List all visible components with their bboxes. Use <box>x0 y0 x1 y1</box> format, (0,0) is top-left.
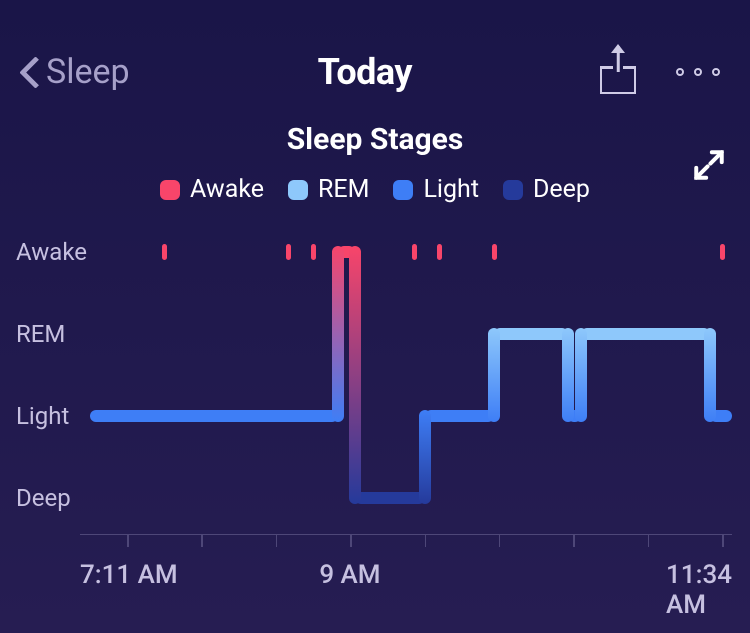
stage-transition <box>332 246 344 422</box>
stage-segment <box>90 410 338 422</box>
x-axis-labels: 7:11 AM 9 AM 11:34 AM <box>80 560 732 600</box>
x-tick <box>425 535 427 547</box>
chart-legend: Awake REM Light Deep <box>0 175 750 204</box>
x-tick <box>127 535 129 547</box>
share-icon[interactable] <box>600 50 636 94</box>
x-axis <box>80 534 732 554</box>
swatch-rem <box>288 180 308 200</box>
awake-event <box>492 244 497 260</box>
xlabel-mid: 9 AM <box>319 560 380 590</box>
x-tick <box>722 535 724 547</box>
awake-event <box>437 244 442 260</box>
chevron-left-icon <box>18 55 40 89</box>
stage-segment <box>494 328 568 340</box>
x-tick <box>276 535 278 547</box>
stage-transition <box>562 328 574 422</box>
page-title: Today <box>318 51 412 93</box>
nav-bar: Sleep Today <box>0 20 750 104</box>
expand-icon[interactable] <box>692 148 726 182</box>
awake-event <box>412 244 417 260</box>
x-tick <box>350 535 352 547</box>
stage-transition <box>419 410 431 504</box>
swatch-awake <box>160 180 180 200</box>
stage-transition <box>349 246 361 504</box>
x-tick <box>201 535 203 547</box>
stage-segment <box>425 410 494 422</box>
xlabel-start: 7:11 AM <box>80 560 178 590</box>
sleep-chart: Awake REM Light Deep <box>0 224 750 534</box>
awake-event <box>286 244 291 260</box>
status-bar <box>0 0 750 20</box>
x-tick <box>499 535 501 547</box>
swatch-light <box>393 180 413 200</box>
stage-segment <box>355 492 424 504</box>
stage-transition <box>704 328 716 422</box>
chart-plot <box>80 224 732 534</box>
legend-light: Light <box>393 175 479 204</box>
awake-event <box>162 244 167 260</box>
swatch-deep <box>503 180 523 200</box>
back-label: Sleep <box>46 52 130 92</box>
ylabel-deep: Deep <box>16 484 71 512</box>
stage-transition <box>488 328 500 422</box>
legend-awake: Awake <box>160 175 264 204</box>
ylabel-rem: REM <box>16 320 65 348</box>
awake-event <box>311 244 316 260</box>
ylabel-light: Light <box>16 402 69 430</box>
section-title: Sleep Stages <box>0 122 750 157</box>
legend-deep: Deep <box>503 175 590 204</box>
x-tick <box>648 535 650 547</box>
ylabel-awake: Awake <box>16 238 87 266</box>
xlabel-end: 11:34 AM <box>666 560 732 620</box>
more-icon[interactable] <box>676 68 720 76</box>
legend-rem: REM <box>288 175 369 204</box>
x-tick <box>573 535 575 547</box>
back-button[interactable]: Sleep <box>18 52 130 92</box>
awake-event <box>720 244 725 260</box>
stage-segment <box>581 328 710 340</box>
stage-transition <box>575 328 587 422</box>
